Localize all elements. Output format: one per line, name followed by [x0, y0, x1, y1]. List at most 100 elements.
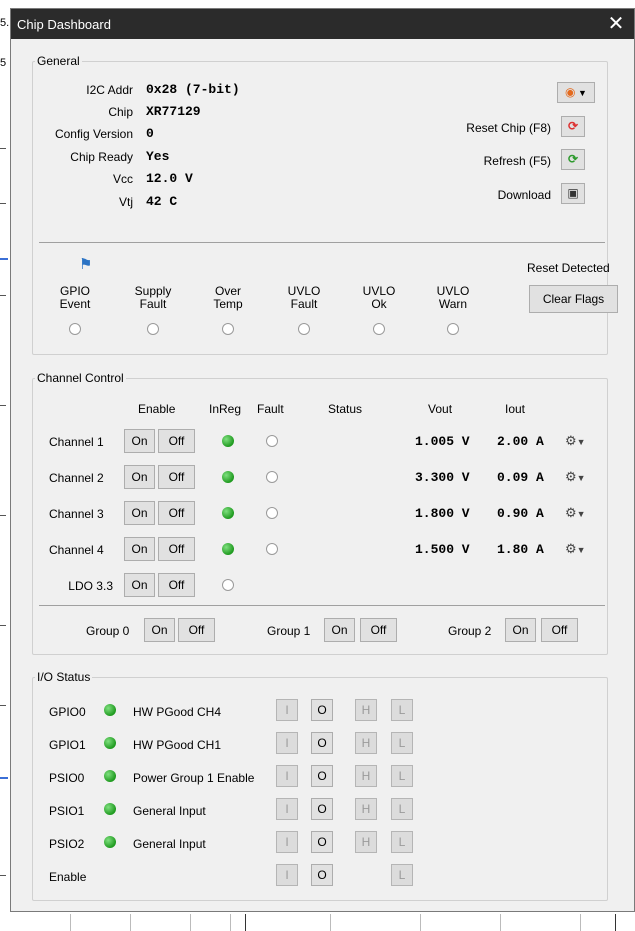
- enable-low-button[interactable]: L: [391, 864, 413, 886]
- group-1-on-button[interactable]: On: [324, 618, 355, 642]
- refresh-button[interactable]: ⟳: [561, 149, 585, 170]
- vout-header: Vout: [428, 402, 453, 416]
- io-name-enable: Enable: [49, 870, 87, 884]
- ldo-on-button[interactable]: On: [124, 573, 155, 597]
- reset-icon: ⟳: [567, 119, 579, 133]
- channel-1-off-button[interactable]: Off: [158, 429, 195, 453]
- gpio1-high-button[interactable]: H: [355, 732, 377, 754]
- psio0-output-button[interactable]: O: [311, 765, 333, 787]
- channel-2-settings-button[interactable]: ⚙▼: [565, 469, 586, 485]
- psio1-output-button[interactable]: O: [311, 798, 333, 820]
- channel-2-fault-indicator: [266, 471, 278, 483]
- chevron-down-icon: ▼: [576, 473, 586, 483]
- vtj-label: Vtj: [118, 195, 133, 209]
- flag-label-gpio-event: GPIO Event: [53, 285, 97, 311]
- psio0-input-button[interactable]: I: [276, 765, 298, 787]
- channel-3-off-button[interactable]: Off: [158, 501, 195, 525]
- channel-4-fault-indicator: [266, 543, 278, 555]
- download-label: Download: [497, 188, 551, 202]
- flag-label-line: Warn: [438, 297, 468, 311]
- background-tick: [0, 295, 6, 296]
- psio1-input-button[interactable]: I: [276, 798, 298, 820]
- channel-2-on-button[interactable]: On: [124, 465, 155, 489]
- i2c-addr-label: I2C Addr: [86, 83, 133, 97]
- connection-dropdown-button[interactable]: ◉ ▼: [557, 82, 595, 103]
- group-0-on-button[interactable]: On: [144, 618, 175, 642]
- config-version-value: 0: [146, 126, 154, 141]
- channel-1-settings-button[interactable]: ⚙▼: [565, 433, 586, 449]
- ldo-off-button[interactable]: Off: [158, 573, 195, 597]
- chip-ready-label: Chip Ready: [70, 150, 133, 164]
- background-tick: [0, 203, 6, 204]
- channel-4-inreg-led: [222, 543, 234, 555]
- reset-chip-button[interactable]: ⟳: [561, 116, 585, 137]
- channel-1-iout: 2.00 A: [497, 434, 544, 449]
- clear-flags-button[interactable]: Clear Flags: [529, 285, 618, 313]
- supply-fault-indicator: [147, 323, 159, 335]
- vcc-label: Vcc: [112, 172, 133, 186]
- channel-3-vout: 1.800 V: [415, 506, 470, 521]
- background-mark: 5: [0, 57, 7, 69]
- channel-2-off-button[interactable]: Off: [158, 465, 195, 489]
- psio2-high-button[interactable]: H: [355, 831, 377, 853]
- channel-3-settings-button[interactable]: ⚙▼: [565, 505, 586, 521]
- background-tick: [70, 914, 71, 931]
- close-icon: ✕: [607, 13, 625, 35]
- psio0-high-button[interactable]: H: [355, 765, 377, 787]
- psio1-high-button[interactable]: H: [355, 798, 377, 820]
- psio2-low-button[interactable]: L: [391, 831, 413, 853]
- psio2-output-button[interactable]: O: [311, 831, 333, 853]
- background-plot-line: [0, 258, 8, 260]
- gpio0-output-button[interactable]: O: [311, 699, 333, 721]
- io-desc-psio2: General Input: [133, 837, 206, 851]
- refresh-icon: ⟳: [567, 152, 579, 166]
- gpio0-low-button[interactable]: L: [391, 699, 413, 721]
- chip-icon: ▣: [567, 186, 579, 200]
- chevron-down-icon: ▼: [576, 545, 586, 555]
- enable-output-button[interactable]: O: [311, 864, 333, 886]
- background-tick: [615, 914, 616, 931]
- close-button[interactable]: ✕: [602, 12, 630, 36]
- flag-label-uvlo-ok: UVLO Ok: [357, 285, 401, 311]
- psio0-low-button[interactable]: L: [391, 765, 413, 787]
- group-1-label: Group 1: [267, 624, 311, 638]
- gpio0-input-button[interactable]: I: [276, 699, 298, 721]
- refresh-label: Refresh (F5): [483, 154, 551, 168]
- channel-4-iout: 1.80 A: [497, 542, 544, 557]
- channel-4-on-button[interactable]: On: [124, 537, 155, 561]
- chip-ready-value: Yes: [146, 149, 170, 164]
- background-tick: [420, 914, 421, 931]
- group-2-off-button[interactable]: Off: [541, 618, 578, 642]
- channel-control-legend: Channel Control: [37, 371, 124, 385]
- flag-label-line: Fault: [290, 297, 318, 311]
- channel-4-off-button[interactable]: Off: [158, 537, 195, 561]
- gpio1-input-button[interactable]: I: [276, 732, 298, 754]
- flag-label-line: Event: [59, 297, 91, 311]
- io-name-gpio0: GPIO0: [49, 705, 86, 719]
- enable-input-button[interactable]: I: [276, 864, 298, 886]
- gpio1-low-button[interactable]: L: [391, 732, 413, 754]
- group-0-off-button[interactable]: Off: [178, 618, 215, 642]
- vtj-value: 42 C: [146, 194, 178, 209]
- flag-icon: ⚑: [79, 256, 93, 273]
- broadcast-icon: ◉: [565, 85, 576, 99]
- channel-3-iout: 0.90 A: [497, 506, 544, 521]
- general-legend: General: [37, 54, 80, 68]
- io-name-psio0: PSIO0: [49, 771, 85, 785]
- background-tick: [230, 914, 231, 931]
- ldo-inreg-indicator: [222, 579, 234, 591]
- flag-label-line: Temp: [213, 297, 243, 311]
- title-bar[interactable]: Chip Dashboard ✕: [11, 9, 634, 39]
- download-button[interactable]: ▣: [561, 183, 585, 204]
- group-2-on-button[interactable]: On: [505, 618, 536, 642]
- channel-3-on-button[interactable]: On: [124, 501, 155, 525]
- gpio0-status-led: [104, 704, 116, 716]
- channel-1-on-button[interactable]: On: [124, 429, 155, 453]
- psio2-input-button[interactable]: I: [276, 831, 298, 853]
- gpio0-high-button[interactable]: H: [355, 699, 377, 721]
- group-1-off-button[interactable]: Off: [360, 618, 397, 642]
- chip-label: Chip: [108, 105, 133, 119]
- gpio1-output-button[interactable]: O: [311, 732, 333, 754]
- channel-4-settings-button[interactable]: ⚙▼: [565, 541, 586, 557]
- psio1-low-button[interactable]: L: [391, 798, 413, 820]
